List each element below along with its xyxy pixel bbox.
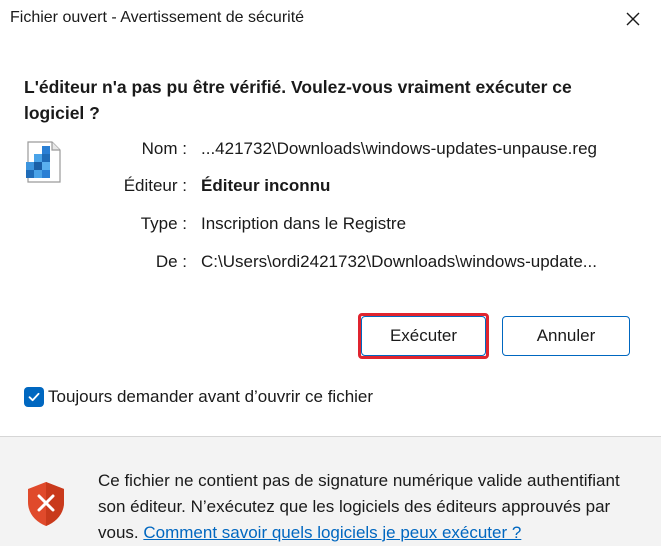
name-label: Nom : [141,139,187,158]
publisher-value: Éditeur inconnu [201,176,331,195]
security-shield-icon [28,482,64,526]
from-value: C:\Users\ordi2421732\Downloads\windows-u… [201,252,597,271]
detail-row-name: Nom : ...421732\Downloads\windows-update… [0,139,661,165]
close-icon [626,12,640,26]
detail-row-from: De : C:\Users\ordi2421732\Downloads\wind… [0,252,661,278]
window-title: Fichier ouvert - Avertissement de sécuri… [10,9,305,26]
type-value: Inscription dans le Registre [201,214,407,233]
always-ask-option: Toujours demander avant d’ouvrir ce fich… [24,386,373,408]
name-value: ...421732\Downloads\windows-updates-unpa… [201,139,597,158]
detail-row-type: Type : Inscription dans le Registre [0,214,661,240]
run-button[interactable]: Exécuter [361,316,486,356]
help-link[interactable]: Comment savoir quels logiciels je peux e… [143,523,521,542]
checkmark-icon [28,392,40,402]
always-ask-checkbox[interactable] [24,387,44,407]
detail-row-publisher: Éditeur : Éditeur inconnu [0,176,661,202]
footer-message: Ce fichier ne contient pas de signature … [98,468,650,546]
publisher-label: Éditeur : [123,176,187,195]
warning-heading: L'éditeur n'a pas pu être vérifié. Voule… [24,77,572,123]
security-warning-dialog: Fichier ouvert - Avertissement de sécuri… [0,0,661,546]
always-ask-label[interactable]: Toujours demander avant d’ouvrir ce fich… [48,387,373,407]
close-button[interactable] [613,4,653,34]
type-label: Type : [140,214,187,233]
title-bar: Fichier ouvert - Avertissement de sécuri… [0,0,661,40]
cancel-button[interactable]: Annuler [502,316,630,356]
from-label: De : [155,252,187,271]
